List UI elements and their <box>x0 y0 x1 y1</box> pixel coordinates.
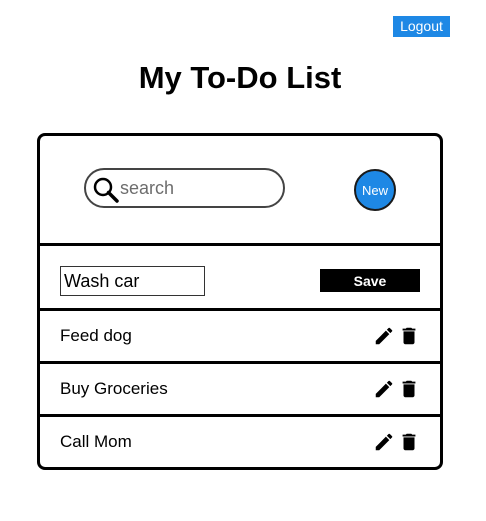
logout-button[interactable]: Logout <box>393 16 450 37</box>
pencil-icon[interactable] <box>373 325 395 347</box>
new-todo-button[interactable]: New <box>354 169 396 211</box>
page-title: My To-Do List <box>138 60 342 95</box>
edit-todo-row: Save <box>40 246 440 311</box>
trash-icon[interactable] <box>398 378 420 400</box>
todo-item-text: Call Mom <box>60 432 132 451</box>
todo-item: Call Mom <box>40 417 440 467</box>
search-icon <box>92 176 120 204</box>
todo-item: Buy Groceries <box>40 364 440 417</box>
page: Logout My To-Do List New Save Feed dog <box>0 0 486 521</box>
search-box[interactable] <box>84 168 285 208</box>
pencil-icon[interactable] <box>373 431 395 453</box>
search-input[interactable] <box>120 174 270 202</box>
save-button[interactable]: Save <box>320 269 420 292</box>
pencil-icon[interactable] <box>373 378 395 400</box>
todo-text-input[interactable] <box>60 266 205 296</box>
todo-item: Feed dog <box>40 311 440 364</box>
todo-item-text: Feed dog <box>60 326 132 345</box>
todo-item-text: Buy Groceries <box>60 379 168 398</box>
trash-icon[interactable] <box>398 431 420 453</box>
trash-icon[interactable] <box>398 325 420 347</box>
search-section: New <box>40 136 440 246</box>
todo-card: New Save Feed dog Buy Groceries C <box>37 133 443 470</box>
